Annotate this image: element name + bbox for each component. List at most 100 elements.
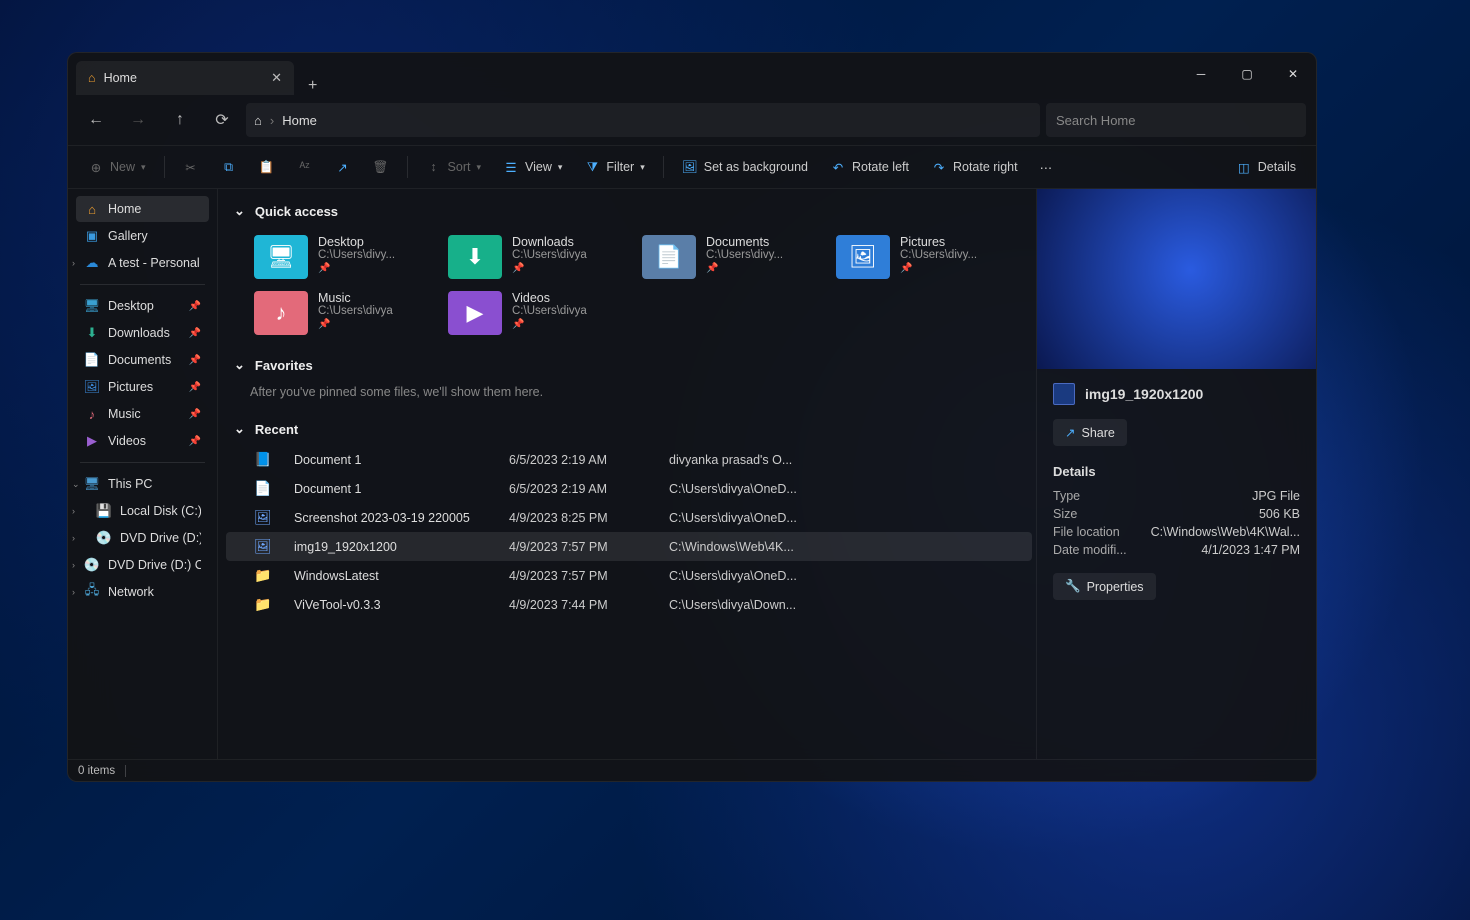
- sidebar-item-desktop[interactable]: 🖥Desktop📌: [76, 293, 209, 319]
- file-name: Screenshot 2023-03-19 220005: [294, 511, 509, 525]
- refresh-button[interactable]: ⟳: [204, 103, 240, 137]
- maximize-button[interactable]: ▢: [1224, 53, 1270, 95]
- recent-file-row[interactable]: 📘 Document 1 6/5/2023 2:19 AM divyanka p…: [226, 445, 1032, 474]
- section-quick-access[interactable]: ⌄Quick access: [222, 195, 1036, 227]
- cut-button[interactable]: ✂: [173, 154, 209, 180]
- rename-button[interactable]: ᴬᶻ: [287, 154, 323, 180]
- address-bar[interactable]: ⌂ › Home: [246, 103, 1040, 137]
- pin-icon: 📌: [706, 263, 783, 274]
- cloud-icon: ☁: [84, 255, 100, 271]
- chevron-down-icon: ⌄: [234, 357, 245, 373]
- sidebar-item-videos[interactable]: ▶Videos📌: [76, 428, 209, 454]
- file-icon: 📁: [254, 567, 294, 584]
- sidebar-item-pictures[interactable]: 🖼Pictures📌: [76, 374, 209, 400]
- quick-access-item[interactable]: 🖥 DesktopC:\Users\divy...📌: [250, 231, 440, 283]
- sidebar: ⌂Home ▣Gallery ›☁A test - Personal 🖥Desk…: [68, 189, 218, 759]
- sidebar-item-music[interactable]: ♪Music📌: [76, 401, 209, 427]
- file-name: Document 1: [294, 453, 509, 467]
- chevron-down-icon: ▾: [141, 162, 146, 173]
- sidebar-item-dvd2[interactable]: ›💿DVD Drive (D:) CCC: [76, 552, 209, 578]
- section-favorites[interactable]: ⌄Favorites: [222, 349, 1036, 381]
- pin-icon: 📌: [189, 328, 201, 339]
- rotate-right-button[interactable]: ↷Rotate right: [921, 154, 1028, 180]
- quick-access-item[interactable]: ♪ MusicC:\Users\divya📌: [250, 287, 440, 339]
- recent-file-row[interactable]: 📁 WindowsLatest 4/9/2023 7:57 PM C:\User…: [226, 561, 1032, 590]
- toolbar: ⊕New▾ ✂ ⧉ 📋 ᴬᶻ ↗ 🗑 ↕Sort▾ ☰View▾ ⧩Filter…: [68, 145, 1316, 189]
- section-recent[interactable]: ⌄Recent: [222, 413, 1036, 445]
- address-row: ← → ↑ ⟳ ⌂ › Home Search Home: [68, 95, 1316, 145]
- quick-access-item[interactable]: 🖼 PicturesC:\Users\divy...📌: [832, 231, 1022, 283]
- file-icon: 🖼: [254, 509, 294, 526]
- preview-image: [1037, 189, 1316, 369]
- pc-icon: 🖥: [84, 476, 100, 492]
- favorites-empty-text: After you've pinned some files, we'll sh…: [222, 381, 1036, 413]
- sidebar-item-localdisk[interactable]: ›💾Local Disk (C:): [76, 498, 209, 524]
- new-tab-button[interactable]: +: [294, 77, 331, 95]
- file-name: WindowsLatest: [294, 569, 509, 583]
- sidebar-item-thispc[interactable]: ⌄🖥This PC: [76, 471, 209, 497]
- file-thumb-icon: [1053, 383, 1075, 405]
- quick-access-item[interactable]: ⬇ DownloadsC:\Users\divya📌: [444, 231, 634, 283]
- sidebar-item-network[interactable]: ›🖧Network: [76, 579, 209, 605]
- view-button[interactable]: ☰View▾: [493, 154, 572, 180]
- home-icon: ⌂: [254, 113, 262, 128]
- share-button[interactable]: ↗: [325, 154, 361, 180]
- sidebar-item-onedrive[interactable]: ›☁A test - Personal: [76, 250, 209, 276]
- sidebar-item-downloads[interactable]: ⬇Downloads📌: [76, 320, 209, 346]
- sidebar-item-home[interactable]: ⌂Home: [76, 196, 209, 222]
- back-button[interactable]: ←: [78, 103, 114, 137]
- qa-path: C:\Users\divya: [318, 305, 393, 317]
- status-bar: 0 items: [68, 759, 1316, 781]
- recent-file-row[interactable]: 📄 Document 1 6/5/2023 2:19 AM C:\Users\d…: [226, 474, 1032, 503]
- close-window-button[interactable]: ✕: [1270, 53, 1316, 95]
- qa-name: Downloads: [512, 235, 587, 249]
- sidebar-item-gallery[interactable]: ▣Gallery: [76, 223, 209, 249]
- share-file-button[interactable]: ↗Share: [1053, 419, 1127, 446]
- qa-name: Pictures: [900, 235, 977, 249]
- filter-button[interactable]: ⧩Filter▾: [574, 154, 654, 180]
- quick-access-item[interactable]: 📄 DocumentsC:\Users\divy...📌: [638, 231, 828, 283]
- delete-button[interactable]: 🗑: [363, 154, 399, 180]
- properties-button[interactable]: 🔧Properties: [1053, 573, 1156, 600]
- more-button[interactable]: ⋯: [1030, 155, 1063, 180]
- ellipsis-icon: ⋯: [1040, 160, 1053, 175]
- music-icon: ♪: [84, 406, 100, 422]
- copy-icon: ⧉: [221, 159, 237, 175]
- details-pane-toggle[interactable]: ◫Details: [1226, 154, 1306, 180]
- qa-name: Documents: [706, 235, 783, 249]
- titlebar: ⌂ Home ✕ + ─ ▢ ✕: [68, 53, 1316, 95]
- trash-icon: 🗑: [373, 159, 389, 175]
- file-location: C:\Users\divya\OneD...: [669, 511, 1024, 525]
- close-tab-button[interactable]: ✕: [271, 70, 282, 86]
- file-icon: 📄: [254, 480, 294, 497]
- search-input[interactable]: Search Home: [1046, 103, 1306, 137]
- rotate-left-icon: ↶: [830, 159, 846, 175]
- file-name: img19_1920x1200: [294, 540, 509, 554]
- rotate-left-button[interactable]: ↶Rotate left: [820, 154, 919, 180]
- desktop-icon: 🖥: [84, 298, 100, 314]
- recent-file-row[interactable]: 🖼 img19_1920x1200 4/9/2023 7:57 PM C:\Wi…: [226, 532, 1032, 561]
- recent-file-row[interactable]: 🖼 Screenshot 2023-03-19 220005 4/9/2023 …: [226, 503, 1032, 532]
- quick-access-item[interactable]: ▶ VideosC:\Users\divya📌: [444, 287, 634, 339]
- detail-row-type: TypeJPG File: [1053, 487, 1300, 505]
- copy-button[interactable]: ⧉: [211, 154, 247, 180]
- file-location: C:\Users\divya\OneD...: [669, 482, 1024, 496]
- new-button[interactable]: ⊕New▾: [78, 154, 156, 180]
- qa-path: C:\Users\divy...: [318, 249, 395, 261]
- sidebar-item-dvd1[interactable]: ›💿DVD Drive (D:) CC: [76, 525, 209, 551]
- forward-button[interactable]: →: [120, 103, 156, 137]
- minimize-button[interactable]: ─: [1178, 53, 1224, 95]
- tab-title: Home: [104, 71, 137, 85]
- plus-circle-icon: ⊕: [88, 159, 104, 175]
- recent-file-row[interactable]: 📁 ViVeTool-v0.3.3 4/9/2023 7:44 PM C:\Us…: [226, 590, 1032, 619]
- paste-button[interactable]: 📋: [249, 154, 285, 180]
- tab-home[interactable]: ⌂ Home ✕: [76, 61, 294, 95]
- sidebar-item-documents[interactable]: 📄Documents📌: [76, 347, 209, 373]
- up-button[interactable]: ↑: [162, 103, 198, 137]
- chevron-down-icon: ▾: [476, 162, 481, 173]
- chevron-right-icon: ›: [72, 506, 75, 516]
- set-background-button[interactable]: 🖼Set as background: [672, 154, 818, 180]
- folder-icon: ▶: [448, 291, 502, 335]
- sort-button[interactable]: ↕Sort▾: [416, 154, 491, 180]
- folder-icon: 🖥: [254, 235, 308, 279]
